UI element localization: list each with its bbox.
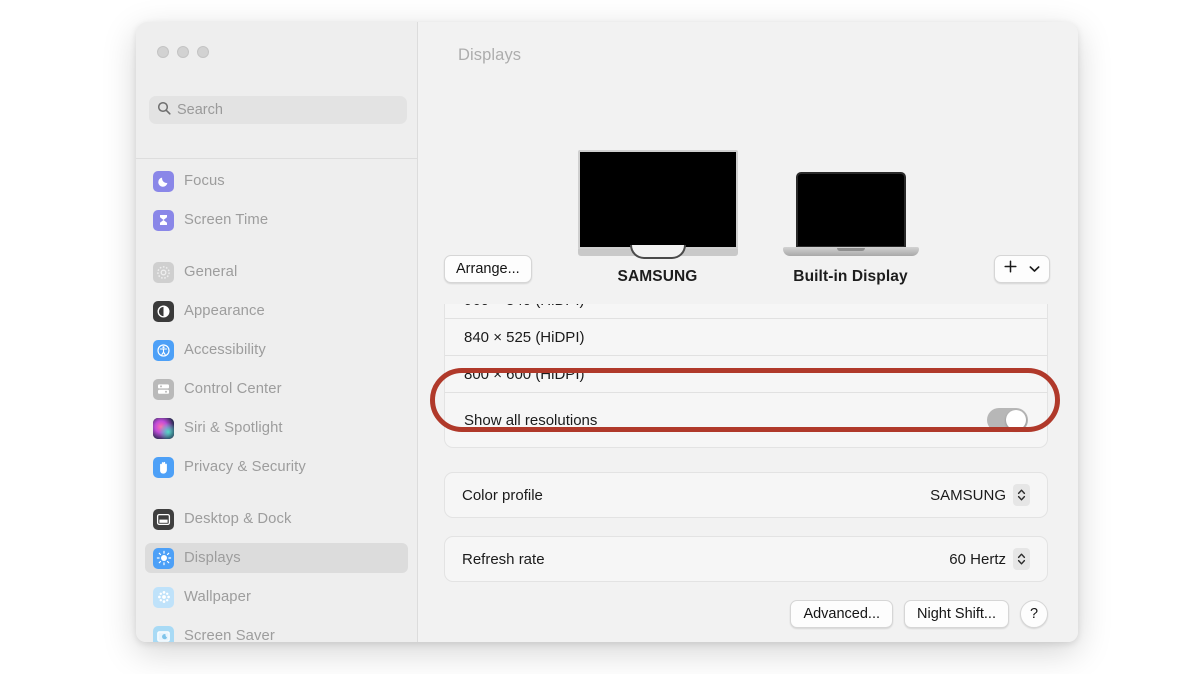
external-monitor-illustration [577,150,738,259]
color-profile-label: Color profile [462,486,543,504]
sidebar-item-label: Wallpaper [184,589,251,605]
plus-icon [1004,260,1017,278]
sidebar-item-label: Appearance [184,303,265,319]
sidebar-item-label: Accessibility [184,342,266,358]
sidebar-item-focus[interactable]: Focus [145,166,408,196]
sidebar-item-privacy-security[interactable]: Privacy & Security [145,452,408,482]
chevron-updown-icon [1013,484,1030,506]
sidebar-item-general[interactable]: General [145,257,408,287]
show-all-resolutions-label: Show all resolutions [464,411,598,429]
footer-buttons: Advanced... Night Shift... ? [790,600,1048,628]
show-all-resolutions-toggle[interactable] [987,408,1028,432]
zoom-button[interactable] [197,46,209,58]
laptop-notch [836,248,865,251]
refresh-rate-value: 60 Hertz [949,550,1006,568]
sidebar: Search Focus Screen Time General Appeara… [136,22,418,642]
sidebar-item-accessibility[interactable]: Accessibility [145,335,408,365]
sidebar-item-screen-saver[interactable]: Screen Saver [145,621,408,642]
close-button[interactable] [157,46,169,58]
laptop-base [782,247,919,256]
sidebar-item-wallpaper[interactable]: Wallpaper [145,582,408,612]
system-settings-window: Search Focus Screen Time General Appeara… [136,22,1078,642]
search-icon [157,101,171,120]
sidebar-group-1: Focus Screen Time [145,162,408,235]
sidebar-nav: Focus Screen Time General Appearance Acc… [136,162,417,642]
resolution-list: 960 × 540 (HiDPI) 840 × 525 (HiDPI) 800 … [444,304,1048,392]
sidebar-group-2: General Appearance Accessibility Control… [145,253,408,482]
night-shift-button-label: Night Shift... [917,606,996,622]
arrange-button-label: Arrange... [456,261,520,277]
page-title: Displays [458,46,522,64]
monitor-stand [629,245,686,259]
resolution-option[interactable]: 800 × 600 (HiDPI) [445,356,1047,392]
settings-content: 960 × 540 (HiDPI) 840 × 525 (HiDPI) 800 … [418,304,1078,642]
sidebar-item-label: Desktop & Dock [184,511,292,527]
sidebar-item-label: Focus [184,173,225,189]
toggle-knob [1006,410,1026,430]
advanced-button-label: Advanced... [803,606,881,622]
color-profile-row[interactable]: Color profile SAMSUNG [444,472,1048,518]
brightness-sun-icon [153,547,174,569]
advanced-button[interactable]: Advanced... [790,600,894,628]
monitor-item-builtin[interactable]: Built-in Display [782,172,919,286]
night-shift-button[interactable]: Night Shift... [904,600,1009,628]
sidebar-item-desktop-dock[interactable]: Desktop & Dock [145,504,408,534]
sidebar-divider [136,158,417,159]
desktop-dock-icon [153,508,174,530]
sidebar-item-control-center[interactable]: Control Center [145,374,408,404]
gear-icon [153,261,174,283]
search-field-wrapper: Search [149,96,407,124]
refresh-rate-popup[interactable]: 60 Hertz [949,548,1030,570]
wallpaper-flower-icon [153,586,174,608]
help-button-label: ? [1029,606,1039,622]
screen-saver-icon [153,625,174,642]
sidebar-item-label: Screen Saver [184,628,275,642]
sidebar-item-label: Privacy & Security [184,459,306,475]
chevron-down-icon [1029,260,1040,278]
refresh-rate-label: Refresh rate [462,550,545,568]
sidebar-item-label: Screen Time [184,212,269,228]
main-pane: Displays SAMSUNG Built-in Display Arrang… [418,22,1078,642]
monitor-label: Built-in Display [793,268,908,285]
sidebar-item-appearance[interactable]: Appearance [145,296,408,326]
show-all-resolutions-row[interactable]: Show all resolutions [444,392,1048,448]
sliders-icon [153,378,174,400]
monitor-label: SAMSUNG [617,268,698,285]
sidebar-item-screen-time[interactable]: Screen Time [145,205,408,235]
resolution-option[interactable]: 960 × 540 (HiDPI) [445,304,1047,319]
sidebar-item-label: Control Center [184,381,282,397]
sidebar-item-label: Displays [184,550,241,566]
color-profile-popup[interactable]: SAMSUNG [930,484,1030,506]
siri-orb-icon [153,417,174,439]
sidebar-item-label: General [184,264,238,280]
sidebar-group-3: Desktop & Dock Displays Wallpaper Screen… [145,500,408,642]
moon-icon [153,170,174,192]
monitor-item-external[interactable]: SAMSUNG [577,150,738,286]
help-button[interactable]: ? [1020,600,1048,628]
hand-raised-icon [153,456,174,478]
arrange-button[interactable]: Arrange... [444,255,532,283]
search-input[interactable]: Search [149,96,407,124]
search-placeholder: Search [177,102,223,118]
hourglass-icon [153,209,174,231]
accessibility-person-icon [153,339,174,361]
minimize-button[interactable] [177,46,189,58]
monitor-screen [577,150,738,250]
contrast-circle-icon [153,300,174,322]
sidebar-item-siri-spotlight[interactable]: Siri & Spotlight [145,413,408,443]
resolution-option[interactable]: 840 × 525 (HiDPI) [445,319,1047,356]
color-profile-value: SAMSUNG [930,486,1006,504]
chevron-updown-icon [1013,548,1030,570]
sidebar-item-label: Siri & Spotlight [184,420,283,436]
sidebar-item-displays[interactable]: Displays [145,543,408,573]
laptop-screen [795,172,906,248]
laptop-illustration [782,172,919,256]
window-traffic-lights [157,46,209,58]
add-display-button[interactable] [994,255,1050,283]
refresh-rate-row[interactable]: Refresh rate 60 Hertz [444,536,1048,582]
